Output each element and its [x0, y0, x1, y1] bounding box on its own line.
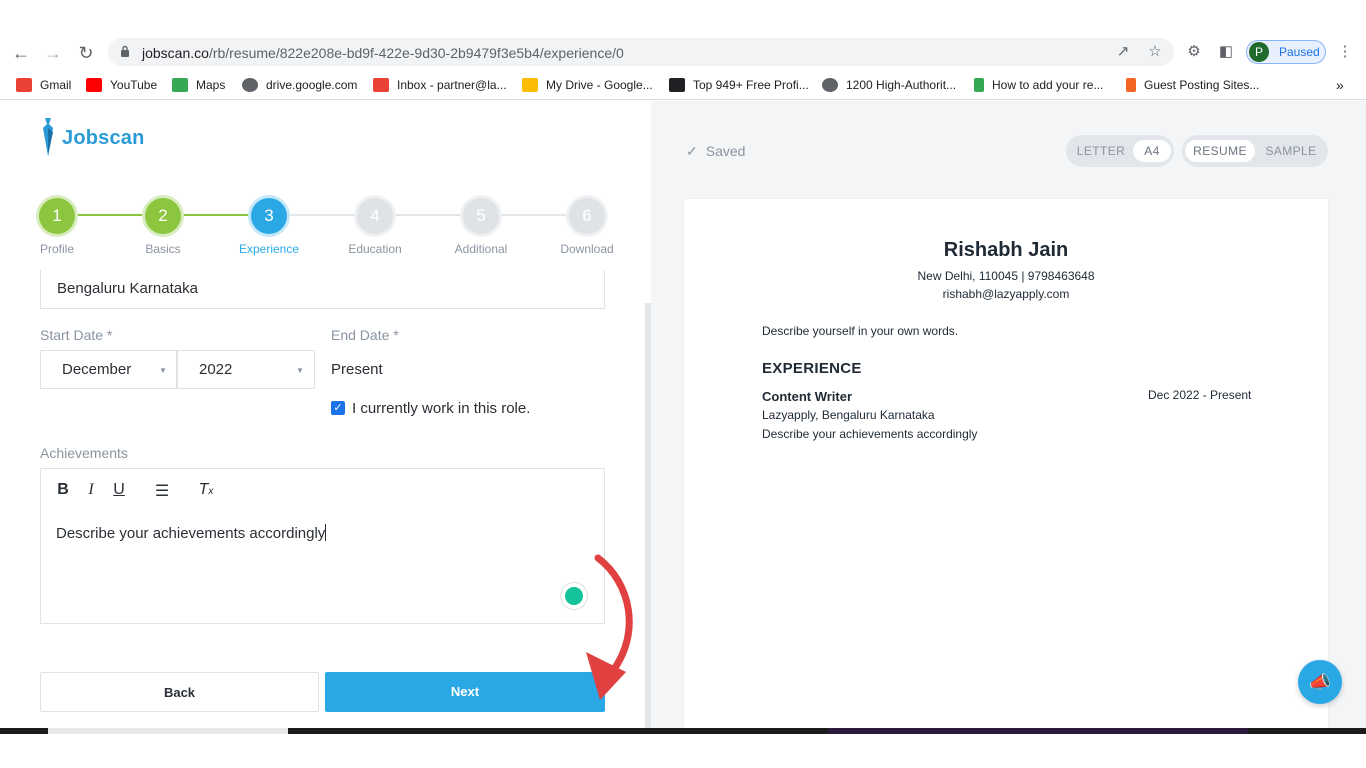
bookmark-guest-posting[interactable]: Guest Posting Sites...: [1126, 76, 1259, 94]
paper-letter-option[interactable]: LETTER: [1073, 140, 1129, 162]
lock-icon: [121, 45, 129, 57]
current-role-checkbox[interactable]: ✓: [331, 401, 345, 415]
back-arrow-icon[interactable]: ←: [10, 42, 32, 64]
gmail-icon: [373, 78, 389, 92]
bookmark-youtube[interactable]: YouTube: [86, 76, 157, 94]
step-1-label: Profile: [39, 242, 74, 256]
start-month-select[interactable]: December: [40, 350, 177, 389]
chevron-down-icon: ▼: [159, 366, 167, 375]
youtube-icon: [86, 78, 102, 92]
grammarly-icon: [565, 587, 583, 605]
start-date-label: Start Date *: [40, 327, 113, 343]
step-6-circle[interactable]: 6: [569, 198, 605, 234]
maps-icon: [172, 78, 188, 92]
reload-icon[interactable]: ↻: [75, 42, 97, 64]
bookmark-how-to[interactable]: How to add your re...: [974, 76, 1103, 94]
view-sample-option[interactable]: SAMPLE: [1259, 140, 1323, 162]
bolt-icon: [974, 78, 984, 92]
resume-summary: Describe yourself in your own words.: [762, 324, 959, 338]
forward-arrow-icon[interactable]: →: [42, 42, 64, 64]
saved-status: ✓ Saved: [686, 143, 746, 159]
megaphone-icon: 📣: [1308, 672, 1332, 692]
brand-name: Jobscan: [62, 127, 145, 149]
announcement-button[interactable]: 📣: [1298, 660, 1342, 704]
bullet-list-icon[interactable]: ☰: [153, 481, 171, 501]
url-text: jobscan.co/rb/resume/822e208e-bd9f-422e-…: [142, 45, 624, 61]
step-3-label: Experience: [238, 242, 300, 256]
globe-icon: [822, 78, 838, 92]
bold-icon[interactable]: B: [54, 481, 72, 499]
underline-icon[interactable]: U: [110, 481, 128, 499]
next-button[interactable]: Next: [325, 672, 605, 712]
chevron-down-icon: ▼: [296, 366, 304, 375]
bookmark-1200[interactable]: 1200 High-Authorit...: [822, 76, 956, 94]
clear-format-icon[interactable]: Tx: [197, 481, 215, 499]
start-year-value: 2022: [199, 361, 233, 378]
location-input[interactable]: Bengaluru Karnataka: [40, 270, 605, 309]
menu-icon[interactable]: ⋮: [1336, 43, 1354, 61]
profile-button[interactable]: P Paused: [1246, 40, 1326, 64]
resume-section-heading: EXPERIENCE: [762, 360, 862, 377]
resume-achievements: Describe your achievements accordingly: [762, 427, 978, 441]
italic-icon[interactable]: I: [82, 481, 100, 499]
resume-company: Lazyapply, Bengaluru Karnataka: [762, 408, 935, 422]
step-1-circle[interactable]: 1: [39, 198, 75, 234]
profile-status: Paused: [1279, 45, 1320, 59]
step-6-label: Download: [560, 242, 614, 256]
start-month-value: December: [62, 361, 132, 378]
end-date-value: Present: [331, 361, 383, 378]
globe-icon: [242, 78, 258, 92]
progress-line-todo: [270, 214, 588, 216]
extensions-icon[interactable]: ⚙: [1185, 43, 1203, 61]
more-bookmarks-icon[interactable]: »: [1336, 76, 1344, 94]
step-2-circle[interactable]: 2: [145, 198, 181, 234]
bookmark-inbox[interactable]: Inbox - partner@la...: [373, 76, 507, 94]
gmail-icon: [16, 78, 32, 92]
step-3-circle[interactable]: 3: [251, 198, 287, 234]
side-panel-icon[interactable]: ◧: [1217, 43, 1235, 61]
paper-a4-option[interactable]: A4: [1133, 140, 1171, 162]
achievements-text[interactable]: Describe your achievements accordingly: [56, 524, 327, 542]
view-resume-option[interactable]: RESUME: [1185, 140, 1255, 162]
taskbar: [0, 728, 1366, 768]
star-icon[interactable]: ☆: [1146, 43, 1164, 61]
avatar: P: [1249, 42, 1269, 62]
window-titlebar: [0, 0, 1366, 36]
start-year-select[interactable]: 2022: [177, 350, 315, 389]
step-2-label: Basics: [145, 242, 181, 256]
current-role-label: I currently work in this role.: [352, 400, 531, 417]
step-5-circle[interactable]: 5: [463, 198, 499, 234]
rss-icon: [669, 78, 685, 92]
taskbar-app[interactable]: [828, 728, 1248, 734]
editor-panel: [0, 101, 645, 728]
bookmark-maps[interactable]: Maps: [172, 76, 225, 94]
step-4-label: Education: [348, 242, 402, 256]
resume-email: rishabh@lazyapply.com: [942, 287, 1070, 301]
resume-job-dates: Dec 2022 - Present: [1148, 388, 1252, 402]
bookmark-drive[interactable]: drive.google.com: [242, 76, 357, 94]
bookmark-my-drive[interactable]: My Drive - Google...: [522, 76, 653, 94]
back-button[interactable]: Back: [40, 672, 319, 712]
taskbar-app[interactable]: [48, 728, 288, 734]
step-4-circle[interactable]: 4: [357, 198, 393, 234]
achievements-label: Achievements: [40, 445, 128, 461]
resume-contact: New Delhi, 110045 | 9798463648: [917, 269, 1095, 283]
jobscan-logo-icon: [43, 118, 53, 156]
bookmark-gmail[interactable]: Gmail: [16, 76, 71, 94]
resume-name: Rishabh Jain: [943, 239, 1069, 261]
step-5-label: Additional: [454, 242, 508, 256]
google-drive-icon: [522, 78, 538, 92]
bookmark-top-949[interactable]: Top 949+ Free Profi...: [669, 76, 809, 94]
share-icon[interactable]: ↗: [1114, 43, 1132, 61]
resume-job-title: Content Writer: [762, 389, 853, 404]
end-date-label: End Date *: [331, 327, 399, 343]
check-icon: ✓: [686, 143, 698, 159]
bookmark-site-icon: [1126, 78, 1136, 92]
